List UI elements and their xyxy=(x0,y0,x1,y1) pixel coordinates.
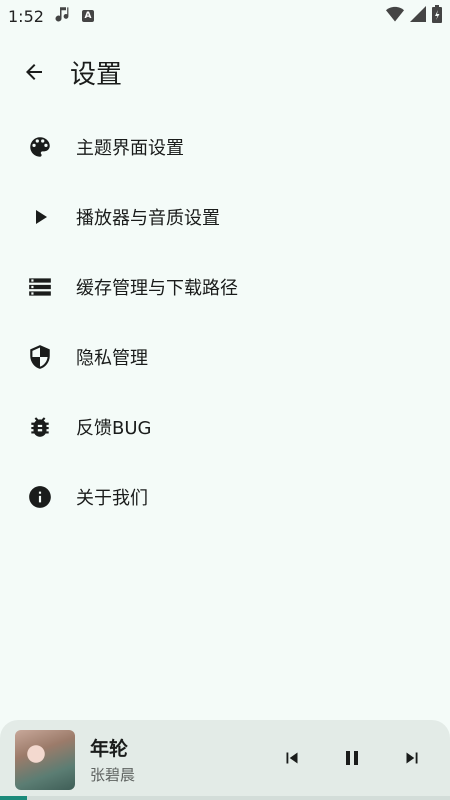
playback-progress[interactable] xyxy=(0,796,450,800)
top-app-bar: 设置 xyxy=(0,44,450,100)
menu-item-player[interactable]: 播放器与音质设置 xyxy=(0,182,450,252)
next-button[interactable] xyxy=(394,740,430,776)
notification-badge-icon: A xyxy=(81,10,94,22)
menu-item-privacy[interactable]: 隐私管理 xyxy=(0,322,450,392)
signal-icon xyxy=(410,6,426,26)
palette-icon xyxy=(26,133,54,161)
wifi-icon xyxy=(386,6,404,26)
settings-menu: 主题界面设置 播放器与音质设置 缓存管理与下载路径 隐私管理 反馈BUG 关于我… xyxy=(0,112,450,532)
pause-icon xyxy=(346,751,358,765)
pause-button[interactable] xyxy=(334,740,370,776)
menu-item-theme[interactable]: 主题界面设置 xyxy=(0,112,450,182)
menu-item-label: 主题界面设置 xyxy=(76,138,184,159)
bug-icon xyxy=(26,413,54,441)
song-title: 年轮 xyxy=(90,738,129,760)
menu-item-label: 反馈BUG xyxy=(76,418,152,439)
storage-icon xyxy=(26,273,54,301)
menu-item-feedback[interactable]: 反馈BUG xyxy=(0,392,450,462)
status-time: 1:52 xyxy=(8,6,44,26)
back-button[interactable] xyxy=(14,52,54,92)
music-note-icon xyxy=(54,5,72,27)
menu-item-storage[interactable]: 缓存管理与下载路径 xyxy=(0,252,450,322)
menu-item-label: 缓存管理与下载路径 xyxy=(76,278,238,299)
skip-next-icon xyxy=(406,752,418,764)
menu-item-label: 隐私管理 xyxy=(76,348,148,369)
page-title: 设置 xyxy=(70,59,123,90)
battery-icon xyxy=(432,5,442,27)
status-bar: 1:52 A xyxy=(0,0,450,32)
album-art[interactable] xyxy=(15,730,75,790)
menu-item-about[interactable]: 关于我们 xyxy=(0,462,450,532)
menu-item-label: 播放器与音质设置 xyxy=(76,208,220,229)
previous-button[interactable] xyxy=(274,740,310,776)
arrow-back-icon xyxy=(26,64,42,80)
song-artist: 张碧晨 xyxy=(90,766,136,784)
info-icon xyxy=(26,483,54,511)
menu-item-label: 关于我们 xyxy=(76,488,148,509)
shield-icon xyxy=(26,343,54,371)
mini-player[interactable]: 年轮 张碧晨 xyxy=(0,720,450,800)
playback-progress-fill xyxy=(0,796,27,800)
skip-previous-icon xyxy=(286,752,298,764)
play-icon xyxy=(26,203,54,231)
